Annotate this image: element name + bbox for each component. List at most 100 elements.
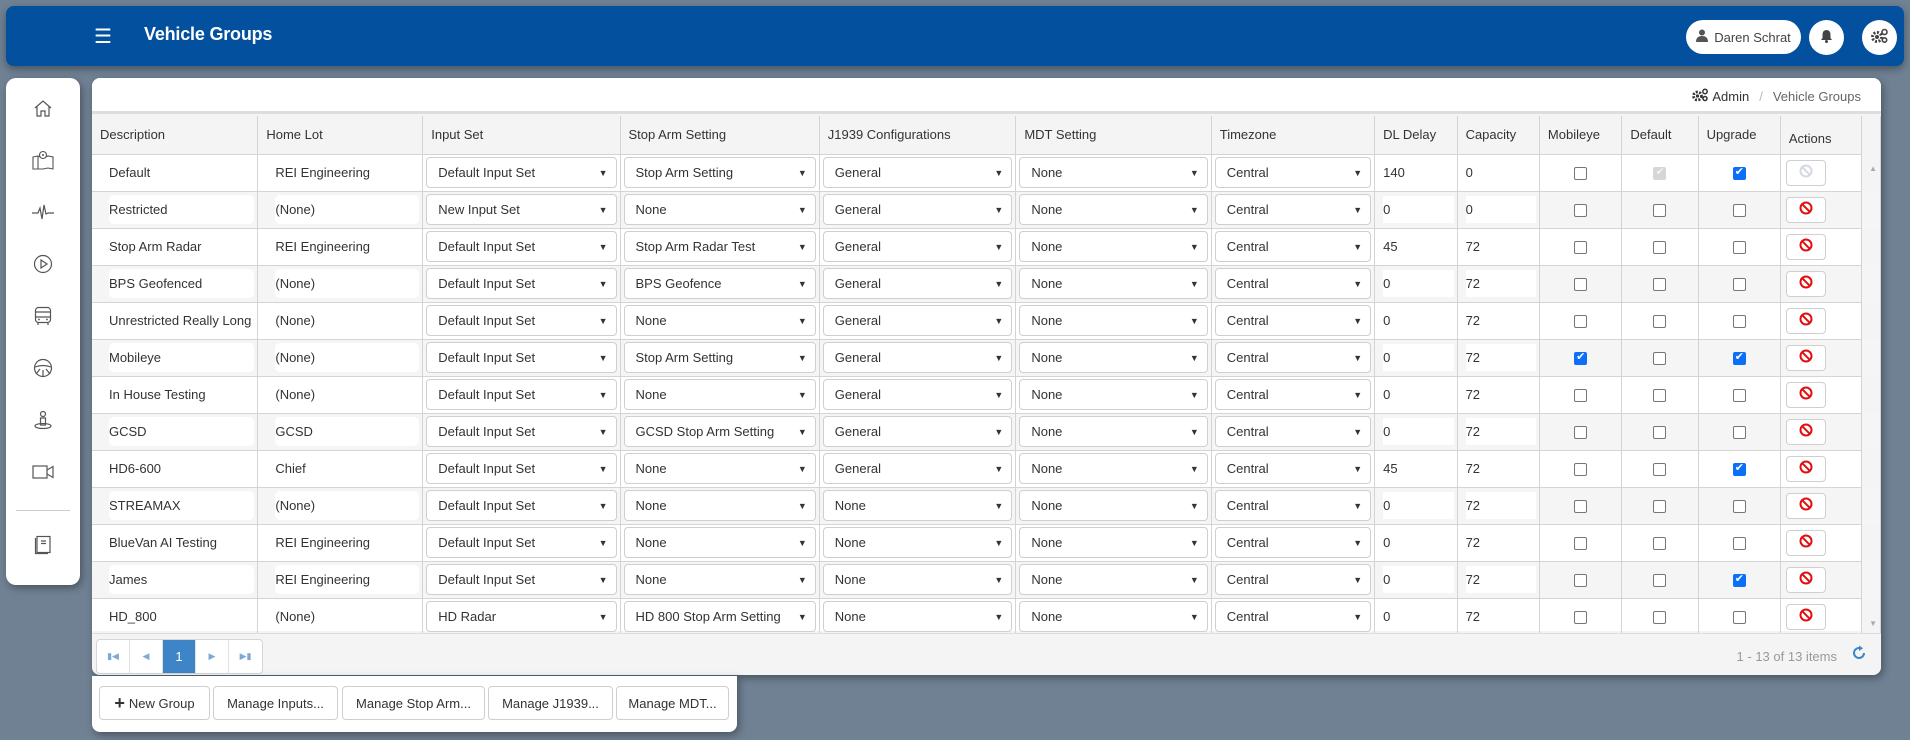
description-value[interactable]: BlueVan AI Testing <box>109 528 254 557</box>
stop-arm-setting-dropdown[interactable]: None ▼ <box>623 194 816 225</box>
scrollbar-track[interactable] <box>1861 450 1881 487</box>
table-row[interactable]: HD_800 (None) HD Radar ▼ HD 800 Stop Arm Set… <box>92 598 1881 636</box>
hamburger-icon[interactable]: ☰ <box>94 26 120 48</box>
default-checkbox[interactable] <box>1653 611 1667 625</box>
description-value[interactable]: STREAMAX <box>109 491 255 520</box>
default-checkbox[interactable] <box>1653 389 1667 403</box>
sidebar-item-home[interactable] <box>6 87 80 131</box>
mdt-setting-dropdown[interactable]: None ▼ <box>1019 601 1208 632</box>
column-header-dl-delay[interactable]: DL Delay <box>1374 116 1458 155</box>
stop-arm-setting-dropdown[interactable]: None ▼ <box>623 490 816 521</box>
dl-delay-value[interactable]: 45 <box>1383 455 1453 482</box>
input-set-dropdown[interactable]: Default Input Set ▼ <box>426 453 617 484</box>
upgrade-checkbox[interactable] <box>1732 611 1746 625</box>
sidebar-item-stops[interactable] <box>6 399 80 443</box>
capacity-value[interactable]: 72 <box>1466 233 1536 260</box>
delete-group-button[interactable] <box>1785 233 1826 260</box>
delete-group-button[interactable] <box>1785 344 1826 371</box>
scrollbar-track[interactable] <box>1861 265 1881 302</box>
input-set-dropdown[interactable]: Default Input Set ▼ <box>426 157 617 188</box>
upgrade-checkbox[interactable] <box>1732 165 1746 181</box>
input-set-dropdown[interactable]: Default Input Set ▼ <box>426 416 617 447</box>
capacity-value[interactable]: 72 <box>1465 566 1536 593</box>
last-page-button[interactable]: ▶▮ <box>229 640 262 673</box>
upgrade-checkbox[interactable] <box>1732 389 1746 403</box>
home-lot-value[interactable]: (None) <box>275 343 420 372</box>
mobileye-checkbox[interactable] <box>1574 463 1588 477</box>
input-set-dropdown[interactable]: Default Input Set ▼ <box>426 379 617 410</box>
scrollbar-track[interactable] <box>1861 191 1881 228</box>
mobileye-checkbox[interactable] <box>1574 278 1588 292</box>
previous-page-button[interactable]: ◀ <box>130 640 163 673</box>
description-value[interactable]: Mobileye <box>109 343 255 372</box>
default-checkbox[interactable] <box>1653 426 1667 440</box>
input-set-dropdown[interactable]: Default Input Set ▼ <box>426 268 617 299</box>
scrollbar-track[interactable] <box>1861 561 1881 598</box>
next-page-button[interactable]: ▶ <box>196 640 229 673</box>
input-set-dropdown[interactable]: Default Input Set ▼ <box>426 231 617 262</box>
table-row[interactable]: Stop Arm Radar REI Engineering Default Inp… <box>92 228 1881 266</box>
j1939-config-dropdown[interactable]: None ▼ <box>822 601 1013 632</box>
input-set-dropdown[interactable]: Default Input Set ▼ <box>426 490 617 521</box>
capacity-value[interactable]: 72 <box>1466 455 1536 482</box>
mobileye-checkbox[interactable] <box>1574 315 1588 329</box>
scroll-up-arrow[interactable]: ▲ <box>1869 164 1877 173</box>
table-row[interactable]: HD6-600 Chief Default Input Set ▼ None ▼ Gener… <box>92 450 1881 488</box>
stop-arm-setting-dropdown[interactable]: HD 800 Stop Arm Setting ▼ <box>623 601 816 632</box>
mdt-setting-dropdown[interactable]: None ▼ <box>1019 194 1208 225</box>
column-header-mdt-setting[interactable]: MDT Setting <box>1015 116 1212 155</box>
capacity-value[interactable]: 72 <box>1465 270 1536 297</box>
scrollbar-track[interactable] <box>1861 376 1881 413</box>
mobileye-checkbox[interactable] <box>1574 167 1588 181</box>
timezone-dropdown[interactable]: Central ▼ <box>1214 342 1372 373</box>
mdt-setting-dropdown[interactable]: None ▼ <box>1019 453 1208 484</box>
j1939-config-dropdown[interactable]: General ▼ <box>822 453 1013 484</box>
stop-arm-setting-dropdown[interactable]: None ▼ <box>623 379 816 410</box>
upgrade-checkbox[interactable] <box>1732 315 1746 329</box>
new-group-button[interactable]: + New Group <box>99 686 210 720</box>
home-lot-value[interactable]: Chief <box>275 454 419 483</box>
home-lot-value[interactable]: (None) <box>275 195 420 224</box>
manage-stop-arm-button[interactable]: Manage Stop Arm... <box>342 686 485 720</box>
dl-delay-value[interactable]: 0 <box>1383 566 1454 593</box>
capacity-value[interactable]: 72 <box>1466 307 1536 334</box>
timezone-dropdown[interactable]: Central ▼ <box>1214 379 1372 410</box>
column-header-stop-arm-setting[interactable]: Stop Arm Setting <box>620 116 820 155</box>
delete-group-button[interactable] <box>1785 566 1826 593</box>
capacity-value[interactable]: 72 <box>1465 418 1536 445</box>
delete-group-button[interactable] <box>1785 529 1826 556</box>
mdt-setting-dropdown[interactable]: None ▼ <box>1019 490 1208 521</box>
home-lot-value[interactable]: (None) <box>275 306 419 335</box>
timezone-dropdown[interactable]: Central ▼ <box>1214 416 1372 447</box>
capacity-value[interactable]: 72 <box>1465 492 1536 519</box>
upgrade-checkbox[interactable] <box>1732 461 1746 477</box>
scrollbar-track[interactable] <box>1861 302 1881 339</box>
input-set-dropdown[interactable]: Default Input Set ▼ <box>426 564 617 595</box>
table-row[interactable]: GCSD GCSD Default Input Set ▼ GCSD Stop Arm … <box>92 413 1881 451</box>
manage-mdt-button[interactable]: Manage MDT... <box>616 686 729 720</box>
mdt-setting-dropdown[interactable]: None ▼ <box>1019 379 1208 410</box>
delete-group-button[interactable] <box>1785 270 1826 297</box>
upgrade-checkbox[interactable] <box>1732 500 1746 514</box>
scrollbar-track[interactable] <box>1861 228 1881 265</box>
table-row[interactable]: STREAMAX (None) Default Input Set ▼ None ▼ Non… <box>92 487 1881 525</box>
timezone-dropdown[interactable]: Central ▼ <box>1214 490 1372 521</box>
upgrade-checkbox[interactable] <box>1732 278 1746 292</box>
settings-button[interactable] <box>1862 20 1897 55</box>
stop-arm-setting-dropdown[interactable]: None ▼ <box>623 527 816 558</box>
home-lot-value[interactable]: (None) <box>275 491 420 520</box>
sidebar-item-playback[interactable] <box>6 243 80 287</box>
dl-delay-value[interactable]: 0 <box>1383 492 1454 519</box>
table-row[interactable]: Mobileye (None) Default Input Set ▼ Stop Arm… <box>92 339 1881 377</box>
home-lot-value[interactable]: REI Engineering <box>275 565 420 594</box>
mobileye-checkbox[interactable] <box>1574 500 1588 514</box>
delete-group-button[interactable] <box>1785 455 1826 482</box>
description-value[interactable]: Stop Arm Radar <box>109 232 254 261</box>
column-header-description[interactable]: Description <box>92 116 259 155</box>
sidebar-item-docs[interactable] <box>6 524 80 568</box>
mobileye-checkbox[interactable] <box>1574 204 1588 218</box>
dl-delay-value[interactable]: 0 <box>1383 529 1453 556</box>
column-header-timezone[interactable]: Timezone <box>1211 116 1376 155</box>
j1939-config-dropdown[interactable]: None ▼ <box>822 564 1013 595</box>
dl-delay-value[interactable]: 140 <box>1383 159 1453 186</box>
